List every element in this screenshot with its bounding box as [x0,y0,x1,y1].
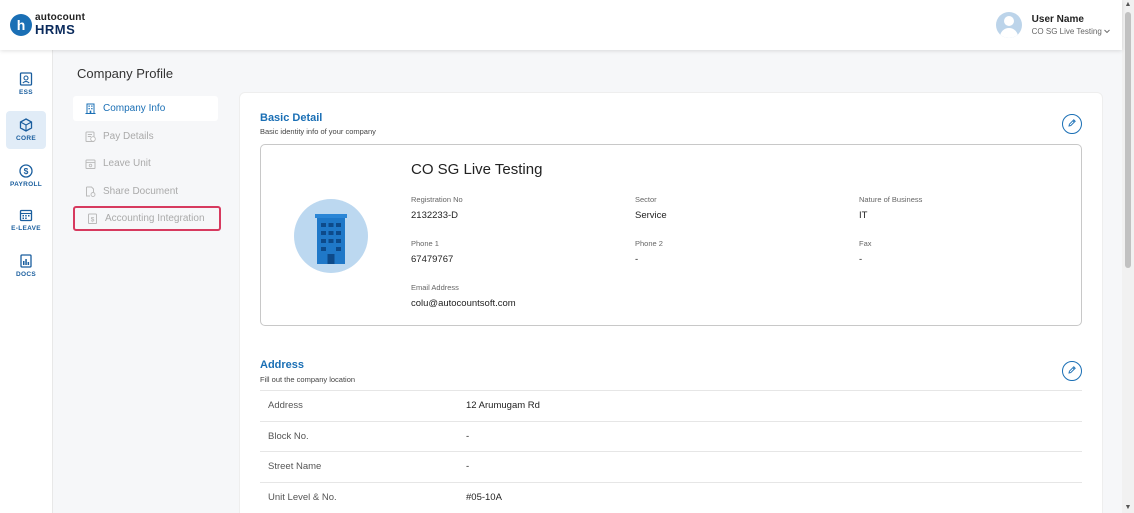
field-value: Service [635,210,667,221]
field-label: Email Address [411,283,459,292]
field-email-address: Email Address colu@autocountsoft.com [411,283,516,309]
user-name: User Name [1031,14,1084,25]
document-icon [19,254,33,268]
submenu-label-share-document: Share Document [103,185,179,197]
user-company[interactable]: CO SG Live Testing [1032,27,1110,36]
table-row: Block No. - [260,420,1082,452]
block-no-label: Block No. [268,430,309,442]
app-logo[interactable]: h autocount HRMS [10,13,85,36]
unit-level-value: #05-10A [466,491,502,503]
field-label: Phone 2 [635,239,663,248]
street-name-label: Street Name [268,461,322,473]
field-label: Phone 1 [411,239,439,248]
logo-wordmark: autocount HRMS [35,13,85,37]
user-company-label: CO SG Live Testing [1031,27,1102,36]
address-table: Address 12 Arumugam Rd Block No. - Stree… [260,390,1082,512]
nav-label-payroll: PAYROLL [9,181,43,188]
avatar[interactable] [995,12,1022,38]
field-value: 2132233-D [411,210,459,221]
submenu-label-accounting-integration: Accounting Integration [105,213,205,224]
nav-item-eleave[interactable]: E-LEAVE [6,201,46,239]
submenu-share-document[interactable]: Share Document [73,179,218,204]
address-value: 12 Arumugam Rd [466,400,540,412]
nav-item-docs[interactable]: DOCS [6,247,46,285]
cube-icon [19,118,33,132]
nav-label-core: CORE [16,135,36,142]
table-row: Unit Level & No. #05-10A [260,481,1082,513]
field-value: 67479767 [411,254,454,265]
building-icon [85,103,96,114]
svg-text:$: $ [24,166,29,176]
nav-item-ess[interactable]: ESS [6,65,46,103]
pencil-icon [1067,115,1077,133]
page-title: Company Profile [77,66,174,81]
calendar-icon [19,208,33,222]
field-label: Fax [859,239,872,248]
top-bar: h autocount HRMS User Name CO SG Live Te… [0,0,1122,50]
chevron-down-icon[interactable] [1104,27,1110,36]
svg-text:$: $ [91,216,95,223]
id-card-icon [19,72,33,86]
submenu-pay-details[interactable]: Pay Details [73,124,218,149]
submenu-label-pay-details: Pay Details [103,130,154,142]
address-title: Address [260,359,305,371]
pencil-icon [1067,362,1077,380]
share-doc-icon [85,186,96,197]
field-fax: Fax - [859,239,872,265]
submenu-company-info[interactable]: Company Info [73,96,218,121]
unit-level-label: Unit Level & No. [268,491,337,503]
field-label: Registration No [411,195,463,204]
address-label: Address [268,400,303,412]
table-row: Street Name - [260,451,1082,482]
street-name-value: - [466,461,470,473]
basic-detail-title: Basic Detail [260,112,323,124]
module-sidebar: ESS CORE $ PAYROLL E-LEAVE DOCS [0,50,53,513]
nav-label-ess: ESS [19,89,33,96]
company-logo-image [294,199,368,273]
basic-detail-card: CO SG Live Testing Registration No 21322… [260,144,1082,326]
nav-label-eleave: E-LEAVE [11,225,41,232]
block-no-value: - [466,430,470,442]
profile-submenu: Company Info Pay Details Leave Unit Shar… [73,96,221,234]
user-info[interactable]: User Name CO SG Live Testing [1032,14,1110,36]
field-phone-2: Phone 2 - [635,239,663,265]
field-registration-no: Registration No 2132233-D [411,195,463,221]
submenu-leave-unit[interactable]: Leave Unit [73,151,218,176]
submenu-label-company-info: Company Info [103,103,166,114]
pay-icon [85,131,96,142]
basic-detail-subtitle: Basic identity info of your company [260,127,376,136]
field-sector: Sector Service [635,195,667,221]
nav-item-core[interactable]: CORE [6,111,46,149]
company-info-panel: Basic Detail Basic identity info of your… [239,92,1103,513]
table-row: Address 12 Arumugam Rd [260,390,1082,421]
field-nature-of-business: Nature of Business IT [859,195,922,221]
nav-label-docs: DOCS [16,271,36,278]
nav-item-payroll[interactable]: $ PAYROLL [6,157,46,195]
submenu-label-leave-unit: Leave Unit [103,158,151,169]
calendar-icon [85,158,96,169]
scroll-thumb[interactable] [1125,12,1131,268]
field-label: Nature of Business [859,195,923,204]
field-value: - [635,254,639,265]
field-value: IT [859,210,868,221]
page-scrollbar[interactable]: ▲ ▼ [1122,0,1134,513]
scroll-up-arrow-icon[interactable]: ▲ [1122,0,1134,10]
field-phone-1: Phone 1 67479767 [411,239,453,265]
edit-basic-button[interactable] [1062,114,1082,134]
field-label: Sector [635,195,657,204]
submenu-accounting-integration[interactable]: $ Accounting Integration [73,206,221,231]
field-value: colu@autocountsoft.com [411,298,516,309]
edit-address-button[interactable] [1062,361,1082,381]
scroll-down-arrow-icon[interactable]: ▼ [1122,503,1134,513]
dollar-doc-icon: $ [87,213,98,224]
user-menu[interactable]: User Name CO SG Live Testing [995,12,1110,38]
logo-mark: h [10,13,32,36]
address-subtitle: Fill out the company location [260,375,356,384]
dollar-icon: $ [19,164,33,178]
field-value: - [859,254,863,265]
logo-big-text: HRMS [35,22,76,37]
company-name: CO SG Live Testing [411,161,543,178]
